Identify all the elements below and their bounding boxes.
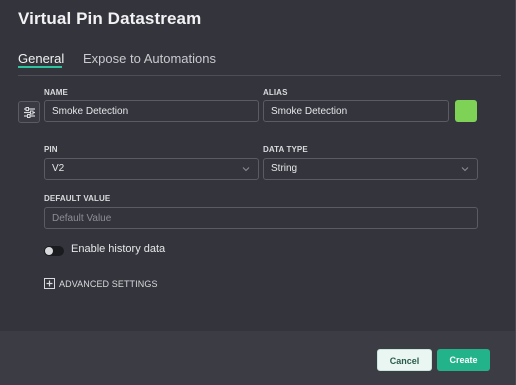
datastream-settings-button[interactable] [18,101,40,123]
create-button[interactable]: Create [437,349,490,371]
data-type-select-value: String [271,163,298,174]
default-value-input[interactable] [44,207,478,229]
advanced-settings-label: ADVANCED SETTINGS [59,279,158,289]
tab-bar: General Expose to Automations [18,51,501,76]
dialog-title: Virtual Pin Datastream [18,9,202,28]
history-data-toggle-label: Enable history data [71,243,166,255]
name-input[interactable] [44,100,259,122]
dialog-footer: Cancel Create [0,331,515,385]
alias-label: ALIAS [263,88,288,97]
pin-label: PIN [44,145,58,154]
data-type-label: DATA TYPE [263,145,308,154]
default-value-label: DEFAULT VALUE [44,194,111,203]
tab-expose-label: Expose to Automations [83,51,216,66]
tab-expose-to-automations[interactable]: Expose to Automations [83,51,216,66]
pin-select-value: V2 [52,163,65,174]
data-type-select[interactable]: String [263,158,478,180]
list-settings-icon [24,107,35,118]
cancel-button[interactable]: Cancel [377,349,432,371]
name-label: NAME [44,88,68,97]
pin-select[interactable]: V2 [44,158,259,180]
chevron-down-icon [242,167,250,172]
virtual-pin-datastream-dialog: Virtual Pin Datastream General Expose to… [0,0,516,385]
active-tab-indicator [18,66,62,68]
alias-input[interactable] [263,100,449,122]
history-data-toggle[interactable] [44,246,64,256]
tab-general[interactable]: General [18,51,65,68]
color-picker-swatch[interactable] [455,100,477,122]
toggle-knob [45,247,53,255]
chevron-down-icon [461,167,469,172]
tab-general-label: General [18,51,65,66]
plus-box-icon [44,278,55,289]
